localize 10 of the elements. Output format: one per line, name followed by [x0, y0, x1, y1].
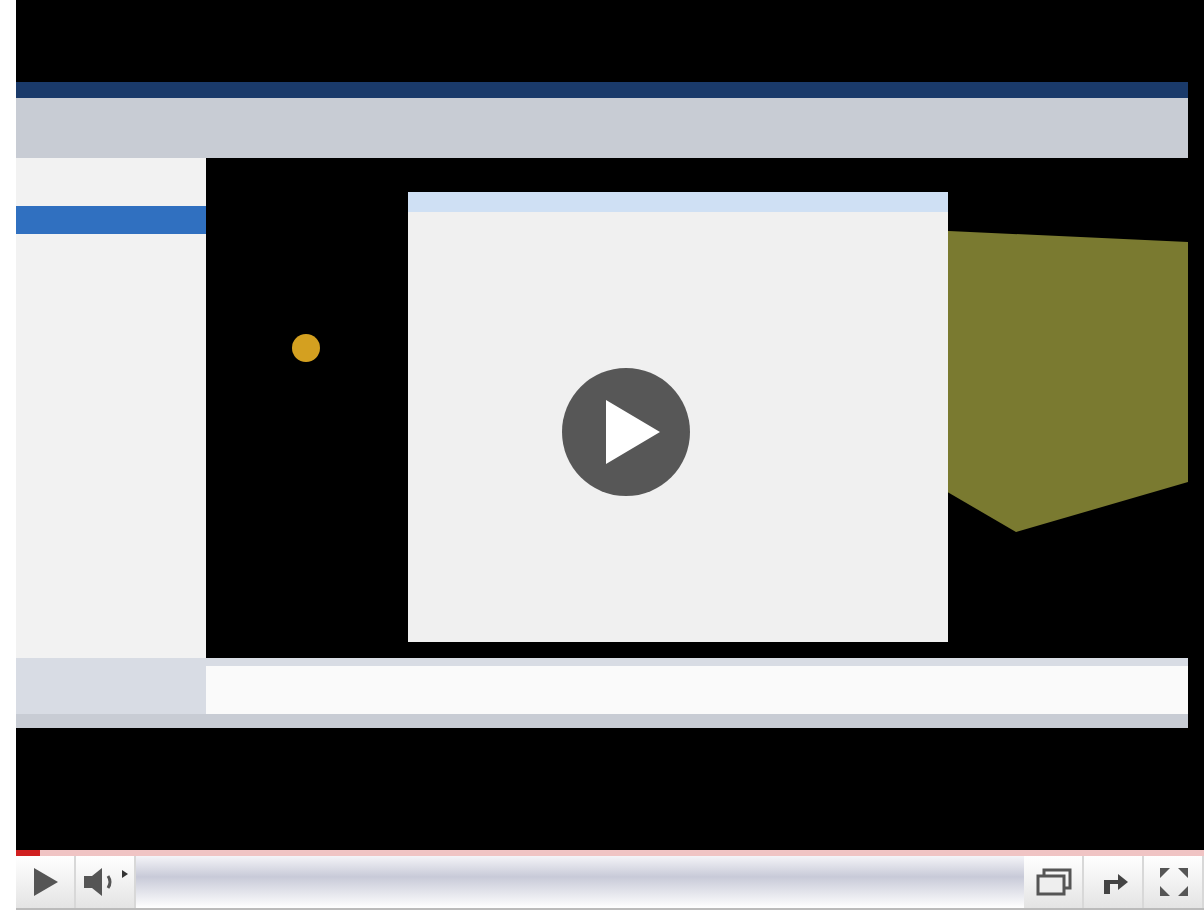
- play-icon: [602, 398, 662, 466]
- share-button[interactable]: [1084, 856, 1144, 908]
- popout-button[interactable]: [1024, 856, 1084, 908]
- play-icon: [31, 866, 59, 898]
- volume-button[interactable]: [76, 856, 136, 908]
- play-button[interactable]: [16, 856, 76, 908]
- speaker-icon: [81, 866, 129, 898]
- windows-icon: [1035, 868, 1071, 896]
- fullscreen-button[interactable]: [1144, 856, 1204, 908]
- fullscreen-icon: [1157, 866, 1189, 898]
